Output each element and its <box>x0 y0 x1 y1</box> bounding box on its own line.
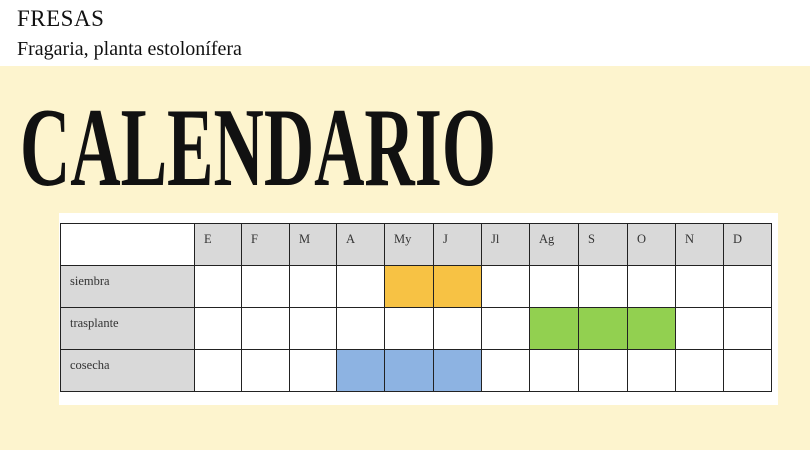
month-label: A <box>346 232 356 246</box>
row-label-cell: cosecha <box>60 349 195 392</box>
calendar-cell <box>578 265 628 308</box>
month-header-s: S <box>578 223 628 266</box>
calendar-cell-active <box>627 307 676 350</box>
calendar-cell <box>194 349 242 392</box>
calendar-row-cosecha: cosecha <box>60 349 772 392</box>
calendar-cell <box>194 265 242 308</box>
calendar-row-trasplante: trasplante <box>60 307 772 350</box>
banner-title: CALENDARIO <box>20 86 496 210</box>
calendar-cell <box>675 349 724 392</box>
page-title: FRESAS <box>17 6 105 31</box>
calendar-banner: CALENDARIO <box>20 86 496 210</box>
row-label-cell: trasplante <box>60 307 195 350</box>
calendar-cell <box>289 349 337 392</box>
calendar-cell <box>481 349 530 392</box>
month-header-d: D <box>723 223 772 266</box>
calendar-cell-active <box>529 307 579 350</box>
month-label: My <box>394 232 412 246</box>
month-header-j: J <box>433 223 482 266</box>
header: FRESAS Fragaria, planta estolonífera <box>0 0 810 66</box>
month-label: N <box>685 232 695 246</box>
row-label-cell: siembra <box>60 265 195 308</box>
row-label: cosecha <box>70 358 110 372</box>
calendar-cell <box>241 349 290 392</box>
calendar-cell <box>529 349 579 392</box>
calendar-row-siembra: siembra <box>60 265 772 308</box>
month-header-n: N <box>675 223 724 266</box>
row-label: trasplante <box>70 316 119 330</box>
calendar-cell-active <box>336 349 385 392</box>
calendar-cell <box>529 265 579 308</box>
calendar-cell <box>627 349 676 392</box>
month-header-ag: Ag <box>529 223 579 266</box>
month-header-f: F <box>241 223 290 266</box>
month-header-my: My <box>384 223 434 266</box>
calendar-cell <box>481 307 530 350</box>
calendar-cell <box>723 307 772 350</box>
calendar-cell <box>675 307 724 350</box>
calendar-cell <box>627 265 676 308</box>
month-label: D <box>733 232 743 246</box>
calendar-cell <box>384 307 434 350</box>
month-label: M <box>299 232 311 246</box>
calendar-cell <box>433 307 482 350</box>
calendar-cell-active <box>384 349 434 392</box>
calendar-cell <box>723 265 772 308</box>
month-header-row: E F M A My J Jl Ag S O N D <box>60 223 772 266</box>
calendar-cell <box>675 265 724 308</box>
month-header-a: A <box>336 223 385 266</box>
corner-cell <box>60 223 195 266</box>
month-label: Ag <box>539 232 555 246</box>
calendar-cell <box>336 307 385 350</box>
month-label: F <box>251 232 258 246</box>
calendar-cell <box>194 307 242 350</box>
month-label: Jl <box>491 232 500 246</box>
month-label: O <box>637 232 647 246</box>
month-header-jl: Jl <box>481 223 530 266</box>
month-label: E <box>204 232 212 246</box>
month-label: S <box>588 232 595 246</box>
calendar-cell <box>336 265 385 308</box>
calendar-cell-active <box>433 265 482 308</box>
month-label: J <box>443 232 448 246</box>
row-label: siembra <box>70 274 110 288</box>
calendar-cell <box>289 265 337 308</box>
calendar-cell <box>241 307 290 350</box>
calendar-table: E F M A My J Jl Ag S O N D siembra trasplante cosecha <box>60 223 772 392</box>
calendar-cell <box>241 265 290 308</box>
calendar-cell <box>481 265 530 308</box>
calendar-cell-active <box>578 307 628 350</box>
calendar-cell-active <box>384 265 434 308</box>
calendar-cell <box>723 349 772 392</box>
calendar-cell-active <box>433 349 482 392</box>
calendar-cell <box>289 307 337 350</box>
month-header-m: M <box>289 223 337 266</box>
month-header-o: O <box>627 223 676 266</box>
month-header-e: E <box>194 223 242 266</box>
page-subtitle: Fragaria, planta estolonífera <box>17 38 242 60</box>
calendar-cell <box>578 349 628 392</box>
